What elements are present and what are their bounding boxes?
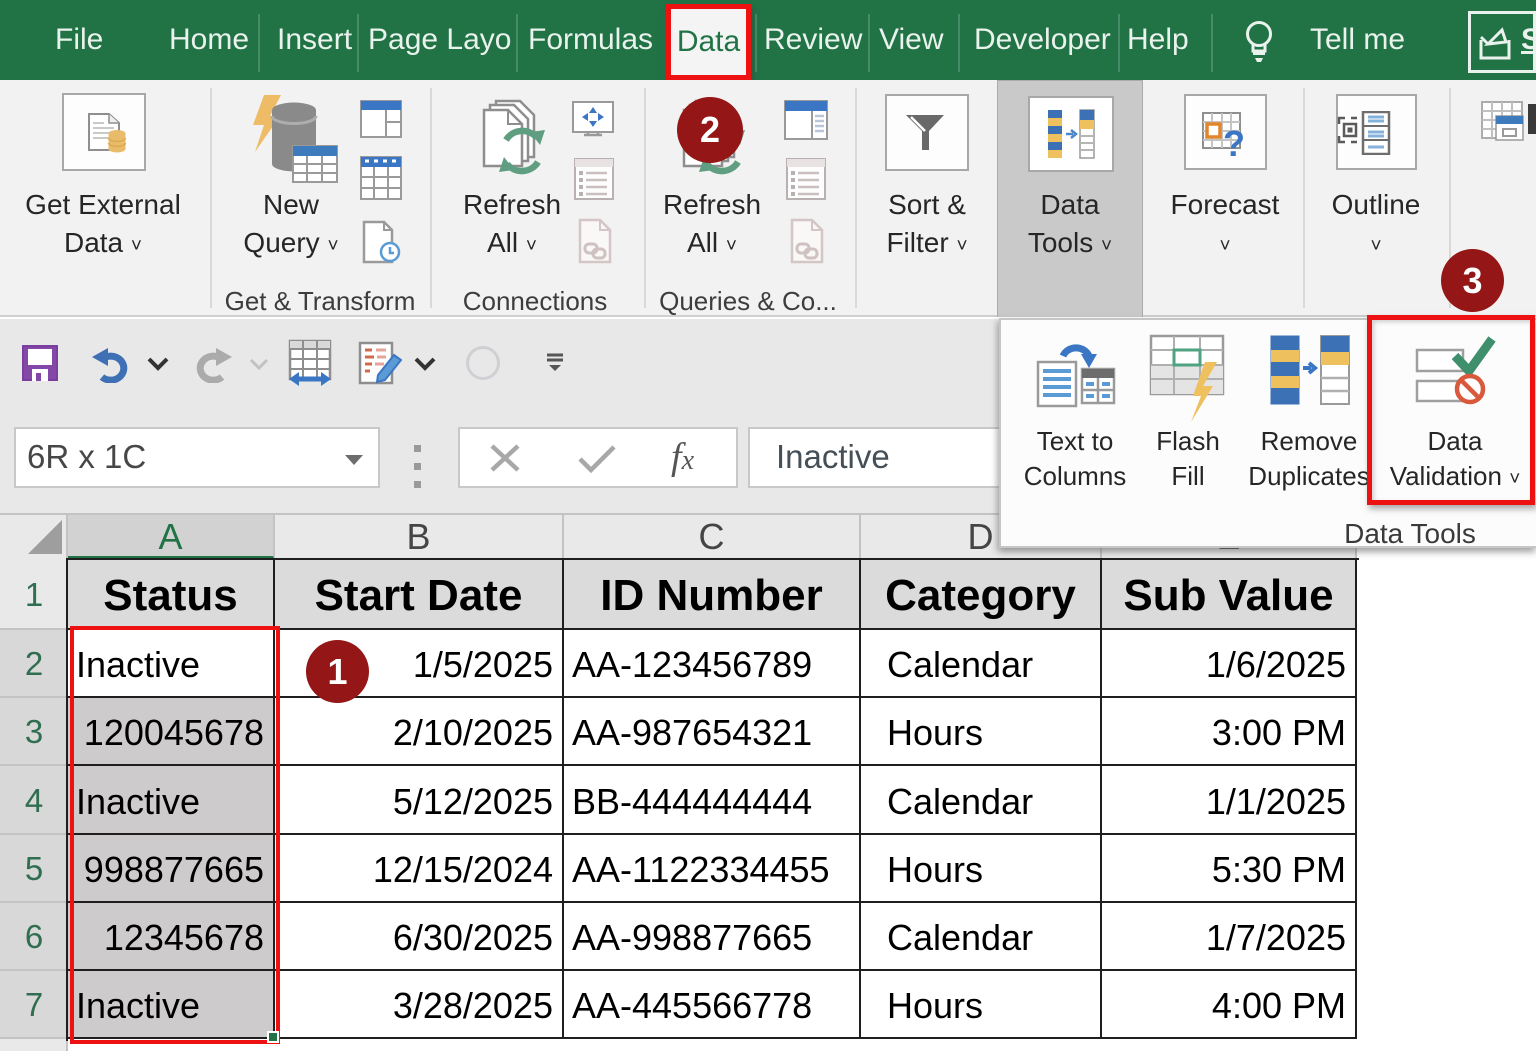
svg-text:?: ? bbox=[1223, 123, 1245, 158]
